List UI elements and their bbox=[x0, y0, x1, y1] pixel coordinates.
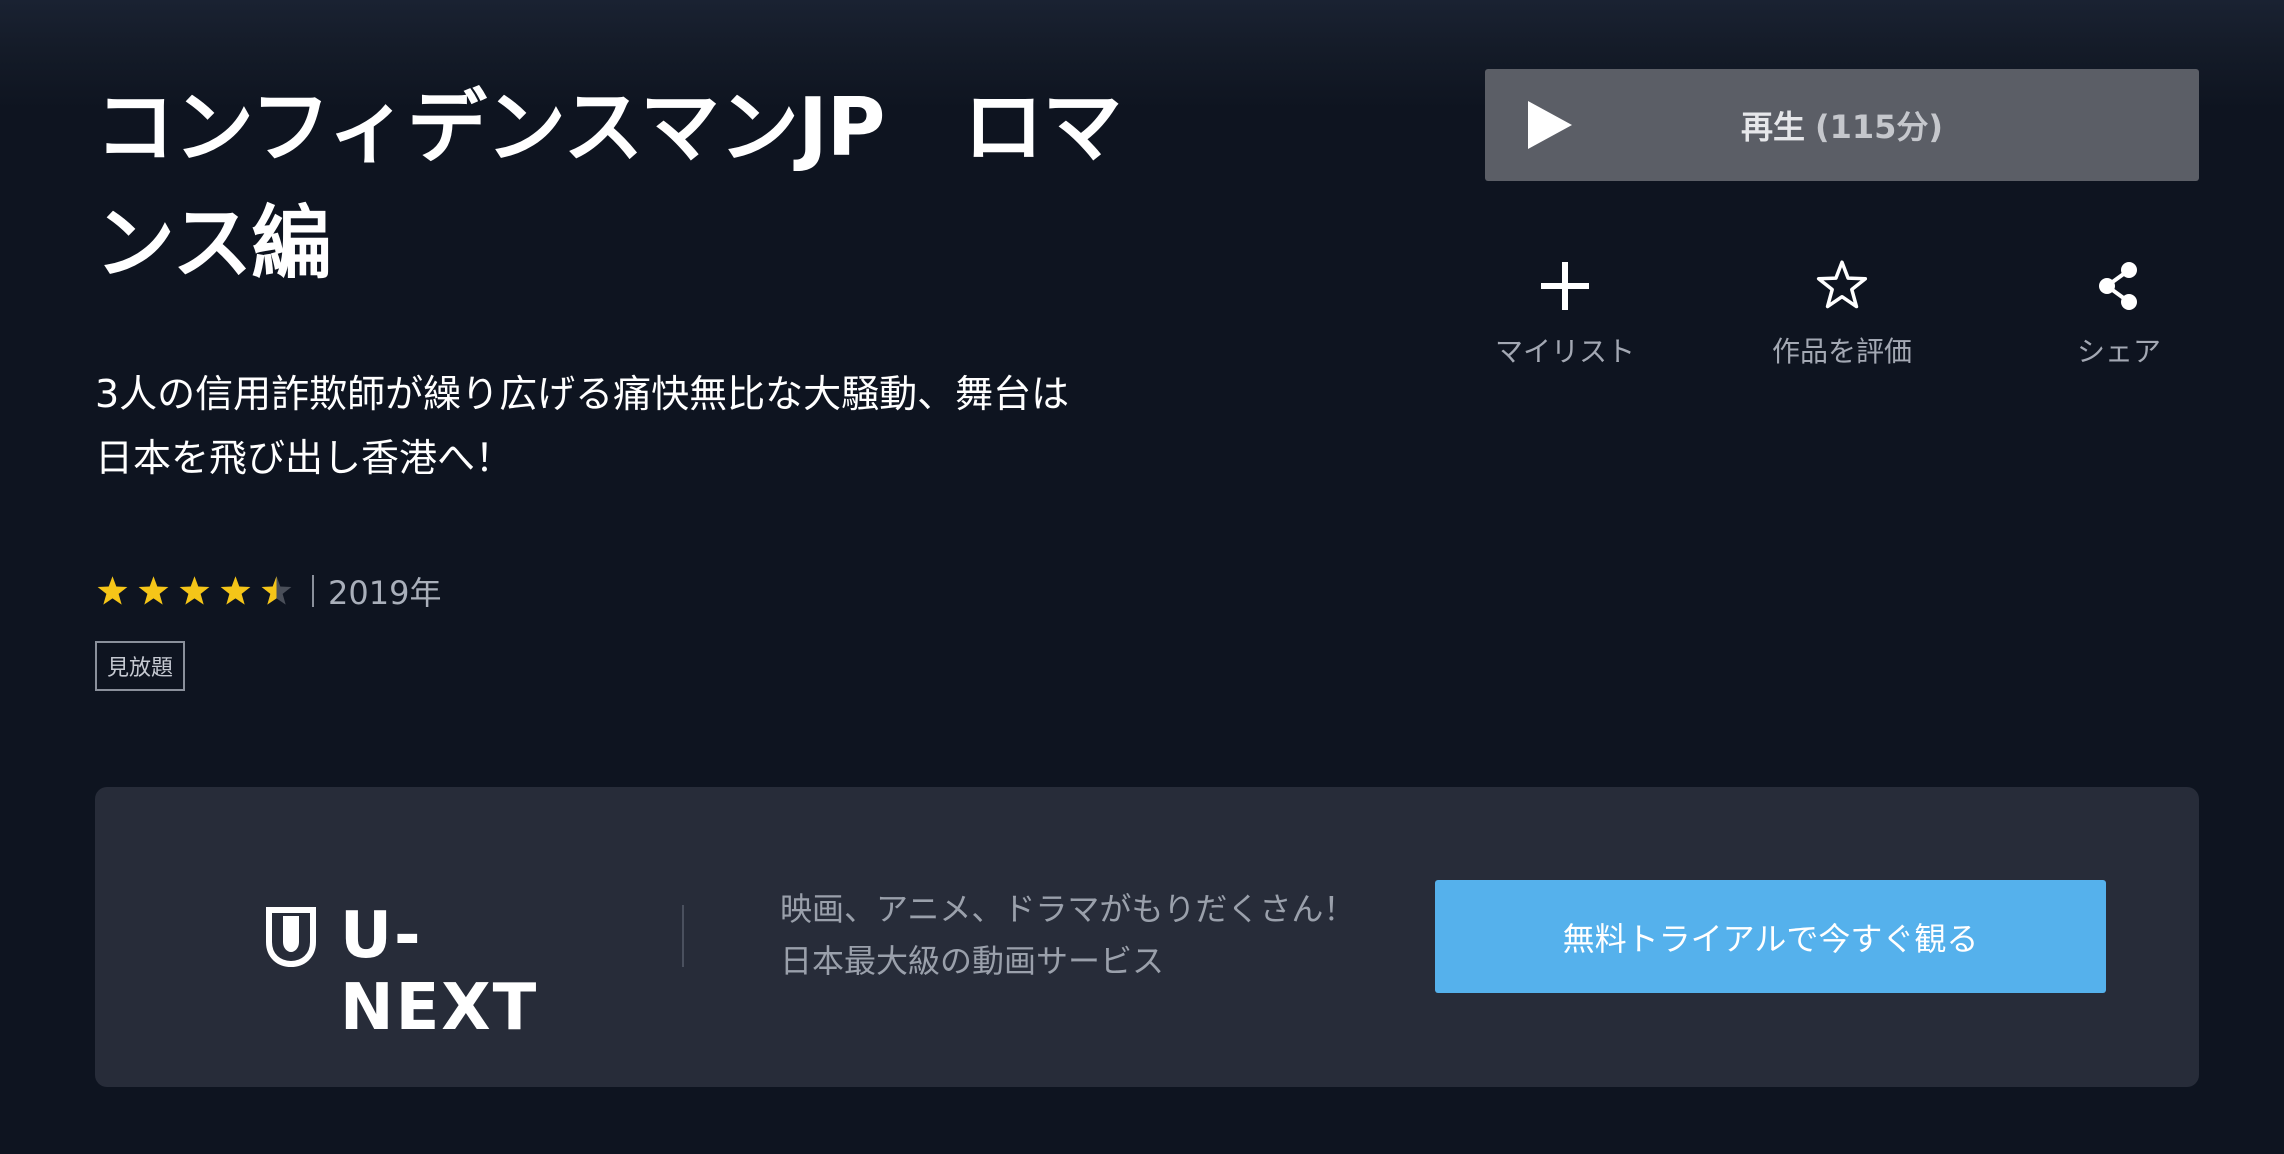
promo-text-line-2: 日本最大級の動画サービス bbox=[780, 942, 1165, 980]
share-label: シェア bbox=[2076, 335, 2161, 368]
plus-icon bbox=[1541, 262, 1589, 310]
mylist-label: マイリスト bbox=[1494, 335, 1635, 368]
star-icon bbox=[220, 575, 251, 605]
play-icon bbox=[1528, 101, 1572, 149]
synopsis-line-2: 日本を飛び出し香港へ！ bbox=[95, 436, 514, 480]
logo-wordmark: U-NEXT bbox=[340, 899, 539, 1045]
star-rating bbox=[95, 574, 294, 609]
promo-divider bbox=[682, 905, 684, 967]
synopsis: 3人の信用詐欺師が繰り広げる痛快無比な大騒動、舞台は 日本を飛び出し香港へ！ bbox=[95, 362, 1245, 490]
page-title: コンフィデンスマンJP ロマ ンス編 bbox=[95, 70, 1235, 302]
play-duration: (115分) bbox=[1814, 108, 1944, 146]
unlimited-badge: 見放題 bbox=[95, 641, 186, 691]
rate-button[interactable]: 作品を評価 bbox=[1732, 258, 1952, 378]
star-icon bbox=[97, 575, 128, 605]
star-half-icon bbox=[261, 575, 292, 605]
rate-label: 作品を評価 bbox=[1771, 335, 1912, 368]
meta-row: 2019年 bbox=[95, 566, 441, 616]
star-icon bbox=[179, 575, 210, 605]
release-year: 2019年 bbox=[328, 574, 442, 612]
promo-text-line-1: 映画、アニメ、ドラマがもりだくさん！ bbox=[780, 890, 1356, 928]
title-line-2: ンス編 bbox=[95, 197, 331, 290]
synopsis-line-1: 3人の信用詐欺師が繰り広げる痛快無比な大騒動、舞台は bbox=[95, 372, 1070, 416]
u-next-logo: U-NEXT bbox=[263, 900, 603, 1044]
star-outline-icon bbox=[1816, 260, 1868, 309]
free-trial-button[interactable]: 無料トライアルで今すぐ観る bbox=[1435, 880, 2106, 993]
shield-icon bbox=[266, 907, 316, 968]
meta-separator bbox=[312, 575, 314, 607]
share-icon bbox=[2099, 262, 2137, 310]
promo-banner: U-NEXT 映画、アニメ、ドラマがもりだくさん！ 日本最大級の動画サービス 無料… bbox=[95, 787, 2199, 1087]
play-button[interactable]: 再生 (115分) bbox=[1485, 69, 2199, 181]
title-line-1: コンフィデンスマンJP ロマ bbox=[95, 81, 1122, 174]
share-button[interactable]: シェア bbox=[2009, 258, 2229, 378]
star-icon bbox=[138, 575, 169, 605]
play-label: 再生 bbox=[1740, 108, 1805, 146]
mylist-button[interactable]: マイリスト bbox=[1455, 258, 1675, 378]
promo-text: 映画、アニメ、ドラマがもりだくさん！ 日本最大級の動画サービス bbox=[780, 883, 1400, 987]
